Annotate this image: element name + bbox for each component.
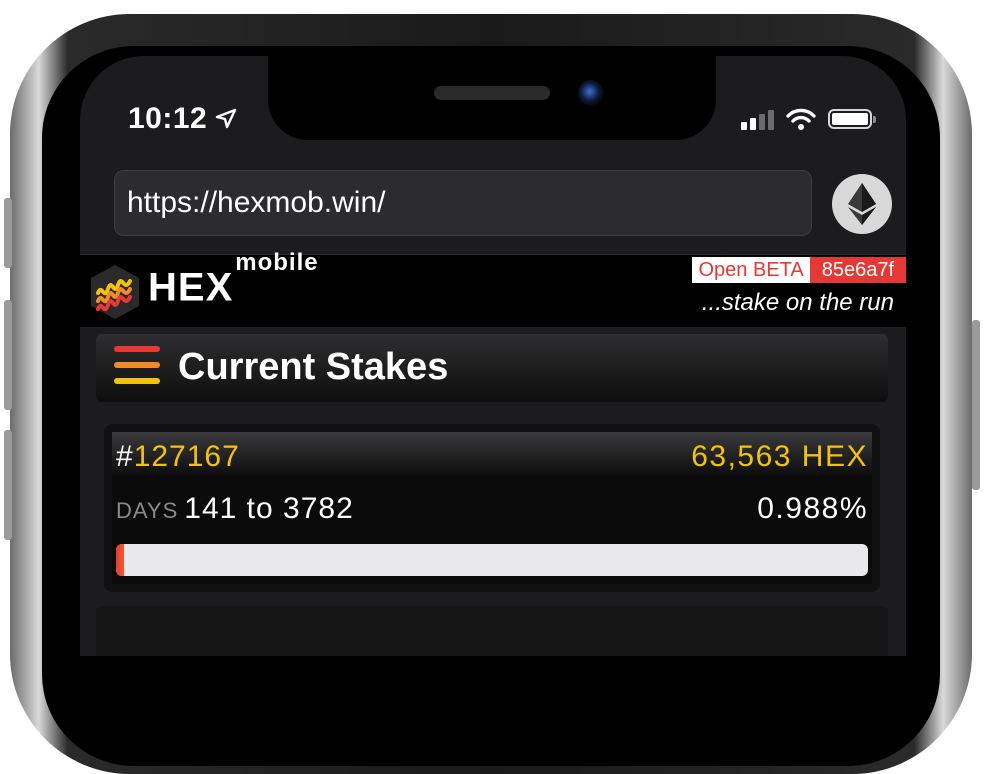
section-header: Current Stakes xyxy=(96,334,888,402)
app-header: HEXmobile Open BETA 85e6a7f ...stake on … xyxy=(80,249,906,327)
brand-name: HEX xyxy=(148,265,234,310)
front-camera xyxy=(578,80,604,106)
menu-bar-yellow xyxy=(114,378,160,384)
wifi-icon xyxy=(786,108,816,130)
tagline: ...stake on the run xyxy=(701,289,894,316)
power-button xyxy=(972,320,980,490)
stake-percent: 0.988% xyxy=(757,492,868,525)
clock-text: 10:12 xyxy=(128,102,208,135)
stake-days: DAYS 141 to 3782 xyxy=(116,492,354,526)
battery-icon xyxy=(828,109,876,129)
next-stake-card[interactable] xyxy=(96,606,888,656)
url-bar[interactable]: https://hexmob.win/ xyxy=(114,170,812,236)
ethereum-wallet-button[interactable] xyxy=(832,174,892,234)
build-hash: 85e6a7f xyxy=(809,257,906,283)
days-range: 141 to 3782 xyxy=(184,492,354,525)
ethereum-icon xyxy=(848,183,876,225)
stake-id-number: 127167 xyxy=(133,440,240,473)
beta-label: Open BETA xyxy=(692,257,810,283)
brand-title: HEXmobile xyxy=(148,249,319,310)
status-indicators xyxy=(741,108,876,130)
hex-logo-icon[interactable] xyxy=(86,263,144,321)
location-arrow-icon xyxy=(216,108,237,129)
volume-down-button xyxy=(4,430,12,540)
phone-screen: 10:12 https://hexmob.win/ HEXmobile Open… xyxy=(80,56,906,656)
stake-hash-sign: # xyxy=(116,440,134,473)
beta-badge: Open BETA 85e6a7f xyxy=(692,257,906,283)
stake-amount: 63,563 HEX xyxy=(691,440,868,473)
silent-switch xyxy=(4,198,12,268)
brand-suffix: mobile xyxy=(235,249,319,276)
hamburger-menu-icon[interactable] xyxy=(114,346,160,390)
stake-id: #127167 xyxy=(116,440,240,474)
volume-up-button xyxy=(4,300,12,410)
menu-bar-red xyxy=(114,346,160,352)
earpiece-speaker xyxy=(434,86,550,100)
url-text: https://hexmob.win/ xyxy=(127,186,386,219)
stake-progress-bar xyxy=(116,544,868,576)
cellular-signal-icon xyxy=(741,108,774,130)
menu-bar-orange xyxy=(114,362,160,368)
section-title: Current Stakes xyxy=(178,346,449,388)
status-time: 10:12 xyxy=(128,102,237,136)
notch xyxy=(268,56,716,140)
stake-card[interactable]: #127167 63,563 HEX DAYS 141 to 3782 0.988… xyxy=(104,424,880,592)
stake-progress-fill xyxy=(116,544,124,576)
days-label: DAYS xyxy=(116,498,179,523)
